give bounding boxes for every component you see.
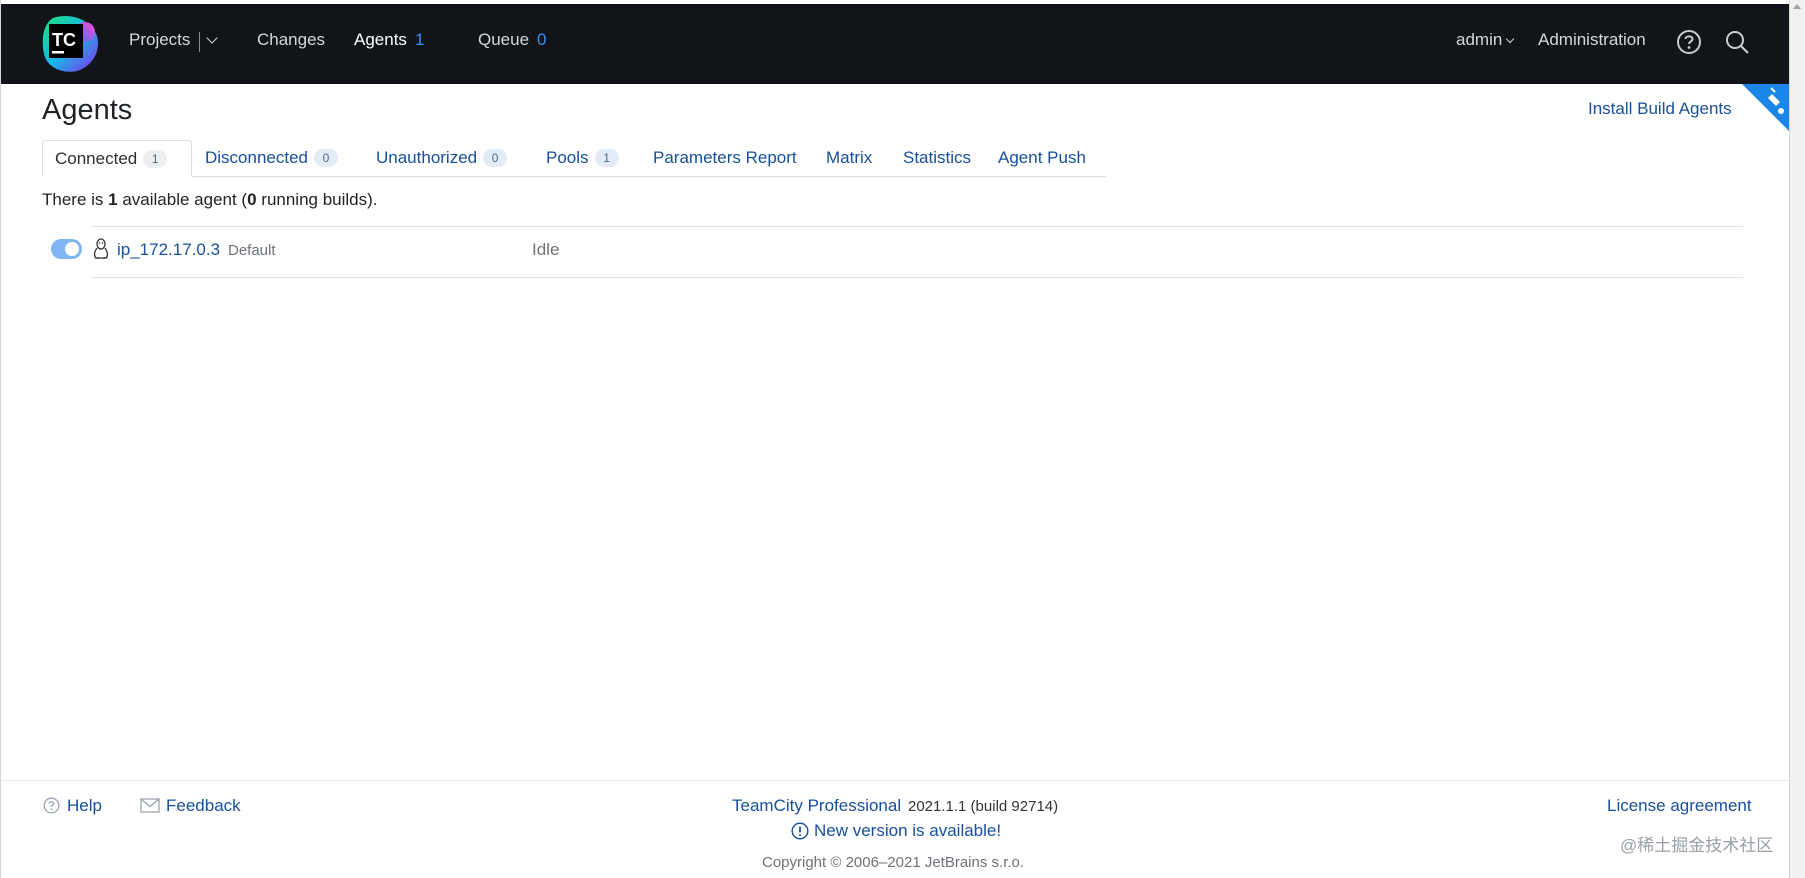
tab-unauthorized[interactable]: Unauthorized 0 (376, 140, 508, 176)
linux-icon (92, 238, 110, 260)
browser-page: TC Projects Changes Agents 1 Queue 0 admin… (0, 0, 1790, 878)
new-ui-corner-badge[interactable] (1742, 84, 1789, 133)
vertical-scrollbar[interactable] (1790, 0, 1805, 878)
tab-connected-count: 1 (143, 150, 168, 168)
version-info: 2021.1.1 (build 92714) (908, 798, 1059, 815)
agents-tabs: Connected 1 Disconnected 0 Unauthorized 0 P… (42, 140, 1106, 177)
teamcity-logo[interactable]: TC (41, 14, 101, 74)
chevron-down-icon (1505, 34, 1515, 44)
logo-text: TC (52, 30, 76, 50)
tab-pools-label: Pools (546, 148, 589, 167)
nav-agents-label: Agents (354, 30, 407, 49)
copyright: Copyright © 2006–2021 JetBrains s.r.o. (762, 854, 1025, 871)
new-version-link[interactable]: New version is available! (814, 821, 1001, 841)
tab-statistics[interactable]: Statistics (903, 140, 971, 176)
summary-prefix: There is (42, 190, 109, 209)
agent-enabled-toggle[interactable] (51, 239, 82, 259)
footer-help-link[interactable]: Help (67, 796, 102, 816)
nav-projects[interactable]: Projects (129, 30, 190, 50)
scroll-up-arrow-icon[interactable] (1793, 4, 1801, 9)
user-menu[interactable]: admin (1456, 30, 1515, 50)
toggle-knob (65, 242, 79, 256)
nav-changes[interactable]: Changes (257, 30, 325, 50)
summary-running-count: 0 (247, 190, 257, 209)
tab-agent-push[interactable]: Agent Push (998, 140, 1086, 176)
watermark: @稀土掘金技术社区 (1620, 836, 1774, 855)
tab-parameters-report[interactable]: Parameters Report (653, 140, 797, 176)
agent-status: Idle (532, 240, 560, 259)
nav-agents[interactable]: Agents 1 (354, 30, 424, 50)
projects-dropdown-toggle[interactable] (206, 30, 218, 50)
summary-available-count: 1 (108, 190, 118, 209)
top-navigation-bar: TC Projects Changes Agents 1 Queue 0 admin… (1, 4, 1789, 84)
divider (91, 226, 1743, 227)
agents-summary: There is 1 available agent (0 running bu… (42, 190, 378, 210)
summary-suffix: running builds). (256, 190, 378, 209)
nav-agents-count: 1 (414, 30, 425, 49)
envelope-icon (140, 798, 160, 818)
tab-connected-label: Connected (55, 149, 138, 168)
chevron-down-icon (206, 32, 218, 44)
teamcity-product-link[interactable]: TeamCity Professional (732, 796, 901, 816)
tab-connected[interactable]: Connected 1 (42, 140, 192, 177)
help-circle-icon (43, 797, 60, 819)
nav-queue-count: 0 (537, 30, 547, 49)
install-build-agents-link[interactable]: Install Build Agents (1588, 99, 1732, 119)
agent-name-link[interactable]: ip_172.17.0.3 (117, 240, 220, 260)
footer-feedback-link[interactable]: Feedback (166, 796, 241, 816)
search-icon[interactable] (1724, 29, 1750, 60)
nav-administration[interactable]: Administration (1538, 30, 1646, 50)
tab-pools-count: 1 (594, 149, 619, 167)
help-icon[interactable] (1676, 29, 1702, 60)
tab-pools[interactable]: Pools 1 (546, 140, 619, 176)
tab-unauthorized-count: 0 (483, 149, 508, 167)
tab-disconnected[interactable]: Disconnected 0 (205, 140, 339, 176)
page-title: Agents (42, 94, 133, 126)
footer-divider (1, 780, 1789, 781)
nav-queue[interactable]: Queue 0 (478, 30, 547, 50)
agent-pool-link[interactable]: Default (228, 242, 276, 259)
tab-unauthorized-label: Unauthorized (376, 148, 478, 167)
user-name: admin (1456, 30, 1503, 49)
tab-matrix[interactable]: Matrix (826, 140, 872, 176)
divider (91, 277, 1743, 278)
license-agreement-link[interactable]: License agreement (1607, 796, 1752, 816)
nav-projects-separator (199, 32, 200, 52)
nav-queue-label: Queue (478, 30, 530, 49)
info-circle-icon (791, 822, 809, 845)
tab-disconnected-label: Disconnected (205, 148, 309, 167)
tab-disconnected-count: 0 (314, 149, 339, 167)
summary-middle: available agent ( (117, 190, 248, 209)
